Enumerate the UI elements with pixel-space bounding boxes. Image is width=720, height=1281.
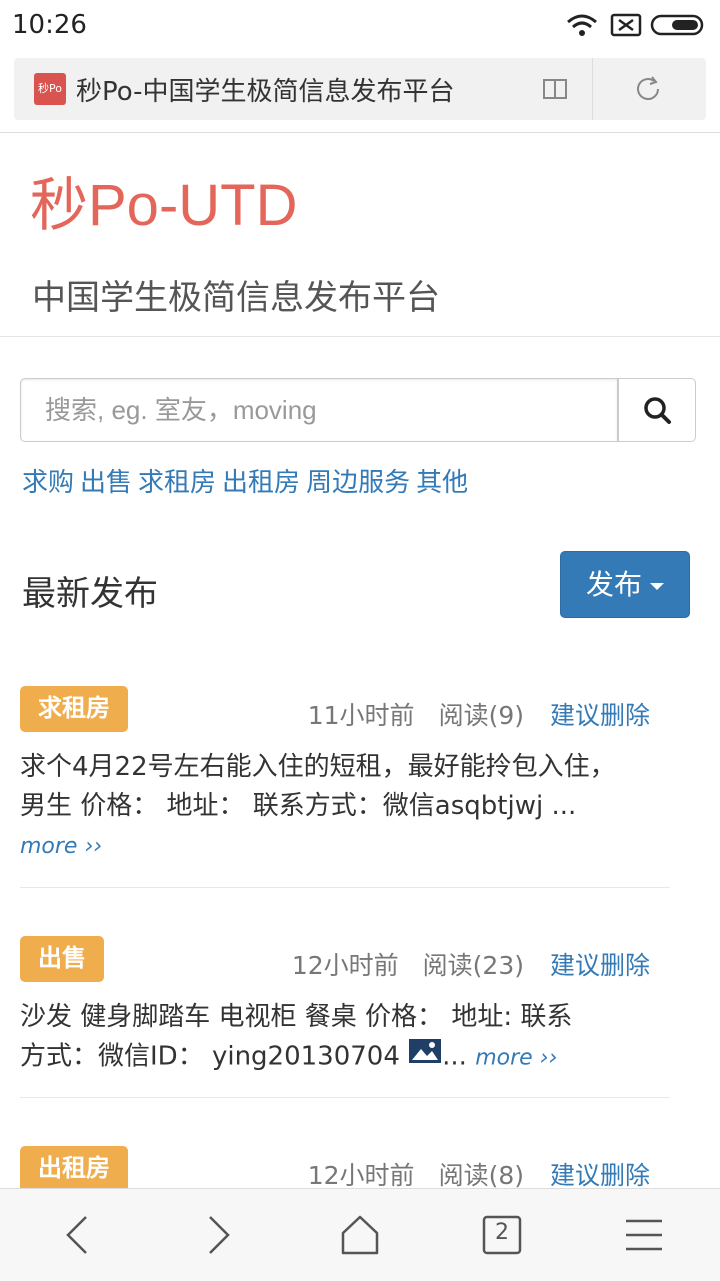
latest-posts-title: 最新发布 xyxy=(22,574,158,614)
status-indicators-icon xyxy=(567,13,704,37)
back-arrow-icon[interactable] xyxy=(58,1213,98,1261)
suggest-delete-link[interactable]: 建议删除 xyxy=(550,951,650,980)
home-icon[interactable] xyxy=(338,1213,382,1261)
post-body-line: 方式：微信ID： ying20130704 xyxy=(20,1041,409,1072)
post-body-line: 男生 价格： 地址： 联系方式：微信asqbtjwj ... xyxy=(20,791,577,821)
post-reads: 阅读(23) xyxy=(422,951,524,980)
post-item: 出租房 12小时前 阅读(8) 建议删除 xyxy=(20,1146,670,1192)
search-input[interactable] xyxy=(20,378,618,442)
site-header: 秒Po-UTD 中国学生极简信息发布平台 xyxy=(0,132,720,337)
category-link-rent-offer[interactable]: 出租房 xyxy=(222,468,300,498)
category-link-sell[interactable]: 出售 xyxy=(80,468,132,498)
category-link-services[interactable]: 周边服务 xyxy=(306,468,410,498)
post-body-line: 求个4月22号左右能入住的短租，最好能拎包入住， xyxy=(20,752,616,782)
browser-bottom-nav: 2 xyxy=(0,1188,720,1281)
suggest-delete-link[interactable]: 建议删除 xyxy=(550,1161,650,1190)
post-body: 沙发 健身脚踏车 电视柜 餐桌 价格： 地址: 联系 方式：微信ID： ying… xyxy=(20,998,670,1078)
category-link-other[interactable]: 其他 xyxy=(416,468,468,498)
category-link-buy[interactable]: 求购 xyxy=(22,468,74,498)
status-time: 10:26 xyxy=(12,10,87,40)
tabs-count-button[interactable]: 2 xyxy=(482,1213,522,1261)
search-form xyxy=(20,378,696,444)
publish-button[interactable]: 发布 xyxy=(560,551,690,618)
tabs-count: 2 xyxy=(495,1220,509,1245)
status-bar: 10:26 xyxy=(0,0,720,50)
more-link[interactable]: more ›› xyxy=(20,834,102,859)
category-links: 求购 出售 求租房 出租房 周边服务 其他 xyxy=(22,462,474,499)
category-badge[interactable]: 出租房 xyxy=(20,1146,128,1192)
site-tagline: 中国学生极简信息发布平台 xyxy=(32,278,440,318)
forward-arrow-icon[interactable] xyxy=(198,1213,238,1261)
status-icons xyxy=(560,10,710,40)
site-brand[interactable]: 秒Po-UTD xyxy=(30,158,297,242)
image-icon xyxy=(408,1037,442,1077)
menu-icon[interactable] xyxy=(624,1213,664,1261)
post-time: 11小时前 xyxy=(307,701,415,730)
post-item: 求租房 11小时前 阅读(9) 建议删除 求个4月22号左右能入住的短租，最好能拎包… xyxy=(20,686,670,866)
caret-down-icon xyxy=(650,582,664,590)
post-meta: 12小时前 阅读(8) 建议删除 xyxy=(308,1156,650,1192)
address-bar-divider xyxy=(592,58,593,120)
tab-title: 秒Po-中国学生极简信息发布平台 xyxy=(76,77,455,107)
address-bar[interactable]: 秒Po 秒Po-中国学生极简信息发布平台 xyxy=(14,58,706,120)
post-meta: 11小时前 阅读(9) 建议删除 xyxy=(308,696,650,732)
post-body: 求个4月22号左右能入住的短租，最好能拎包入住， 男生 价格： 地址： 联系方式… xyxy=(20,748,670,866)
suggest-delete-link[interactable]: 建议删除 xyxy=(550,701,650,730)
post-time: 12小时前 xyxy=(307,1161,415,1190)
post-meta: 12小时前 阅读(23) 建议删除 xyxy=(292,946,650,982)
search-button[interactable] xyxy=(618,378,696,442)
reload-icon[interactable] xyxy=(632,74,664,108)
category-link-rent-wanted[interactable]: 求租房 xyxy=(138,468,216,498)
browser-toolbar: 秒Po 秒Po-中国学生极简信息发布平台 xyxy=(0,50,720,133)
post-reads: 阅读(9) xyxy=(438,701,524,730)
post-divider xyxy=(20,887,670,888)
post-time: 12小时前 xyxy=(291,951,399,980)
post-divider xyxy=(20,1097,670,1098)
category-badge[interactable]: 求租房 xyxy=(20,686,128,732)
site-favicon: 秒Po xyxy=(34,73,66,105)
search-icon xyxy=(644,397,671,424)
post-reads: 阅读(8) xyxy=(438,1161,524,1190)
post-body-line: 沙发 健身脚踏车 电视柜 餐桌 价格： 地址: 联系 xyxy=(20,1002,573,1032)
publish-button-label: 发布 xyxy=(585,568,642,601)
category-badge[interactable]: 出售 xyxy=(20,936,104,982)
post-item: 出售 12小时前 阅读(23) 建议删除 沙发 健身脚踏车 电视柜 餐桌 价格： 地… xyxy=(20,936,670,1076)
reader-mode-icon[interactable] xyxy=(540,74,570,108)
more-link[interactable]: more ›› xyxy=(475,1046,557,1071)
post-body-ellipsis: ... xyxy=(442,1041,467,1072)
